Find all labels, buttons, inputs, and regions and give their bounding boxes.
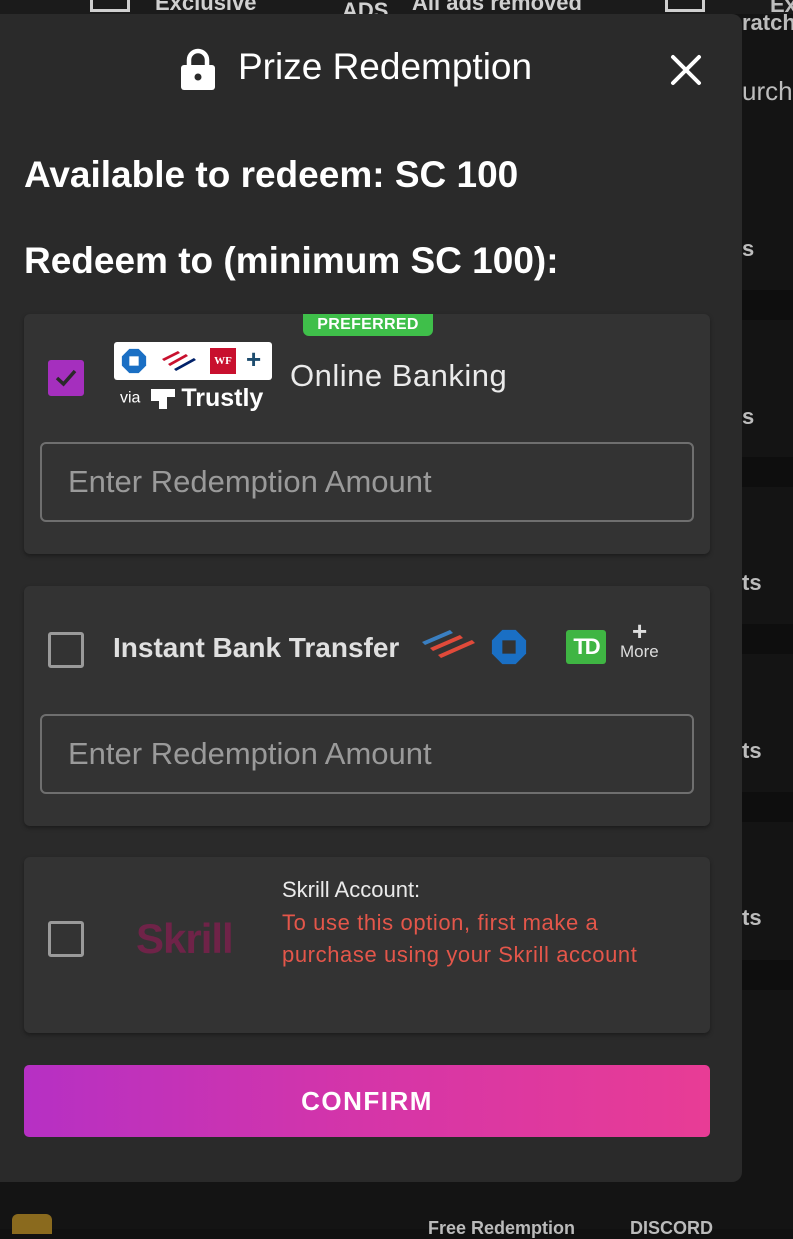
instant-bank-transfer-amount-input[interactable]: [40, 714, 694, 794]
list-icon: [665, 0, 705, 12]
background-stripe: [742, 457, 793, 487]
chase-logo: [121, 348, 147, 374]
preferred-badge: PREFERRED: [303, 314, 433, 336]
more-banks-label: More: [620, 642, 659, 661]
modal-title: Prize Redemption: [238, 46, 533, 87]
instant-bank-transfer-option[interactable]: Instant Bank Transfer TD + More: [24, 586, 710, 826]
plus-icon: +: [246, 344, 262, 374]
ticket-icon: [90, 0, 130, 12]
skrill-checkbox[interactable]: [48, 921, 84, 957]
via-trustly: via Trustly: [120, 384, 263, 413]
background-side-text: ts: [742, 905, 762, 930]
background-side-text: urch: [742, 76, 793, 106]
bank-logos-strip: WF +: [114, 342, 272, 380]
available-balance: Available to redeem: SC 100: [24, 154, 519, 195]
background-stripe: [742, 960, 793, 990]
skrill-option[interactable]: Skrill Skrill Account: To use this optio…: [24, 857, 710, 1033]
td-logo: TD: [566, 630, 606, 664]
background-side-text: s: [742, 236, 755, 261]
close-icon[interactable]: [664, 48, 708, 92]
online-banking-label: Online Banking: [290, 358, 508, 393]
bank-icons: TD + More: [420, 616, 659, 678]
bank-of-america-logo: [162, 351, 196, 371]
background-stripe: [742, 624, 793, 654]
instant-bank-transfer-label: Instant Bank Transfer: [113, 632, 400, 663]
skrill-title: Skrill Account:: [282, 877, 421, 902]
background-side-text: ratch: [742, 10, 793, 35]
background-stripe: [742, 290, 793, 320]
redeem-to-heading: Redeem to (minimum SC 100):: [24, 240, 559, 281]
background-side-text: ts: [742, 570, 762, 595]
background-stripe: [742, 792, 793, 822]
modal-header: Prize Redemption: [0, 14, 742, 126]
trustly-label: Trustly: [181, 384, 264, 412]
chase-logo: [491, 629, 527, 665]
wells-fargo-logo: WF: [210, 348, 236, 374]
online-banking-checkbox[interactable]: [48, 360, 84, 396]
instant-bank-transfer-checkbox[interactable]: [48, 632, 84, 668]
lock-icon: [181, 48, 215, 90]
skrill-warning: To use this option, first make a purchas…: [282, 910, 638, 967]
prize-redemption-modal: Prize Redemption Available to redeem: SC…: [0, 14, 742, 1182]
background-side-text: ts: [742, 738, 762, 763]
online-banking-amount-input[interactable]: [40, 442, 694, 522]
via-label: via: [120, 389, 141, 407]
coin-icon: [12, 1214, 52, 1234]
check-icon: [55, 369, 77, 387]
online-banking-option[interactable]: PREFERRED WF + via Trustly Online Bankin…: [24, 314, 710, 554]
background-side-text: s: [742, 404, 755, 429]
trustly-icon: [150, 388, 175, 409]
skrill-logo: Skrill: [136, 915, 234, 962]
confirm-button[interactable]: CONFIRM: [24, 1065, 710, 1137]
bank-of-america-logo: [422, 630, 475, 658]
